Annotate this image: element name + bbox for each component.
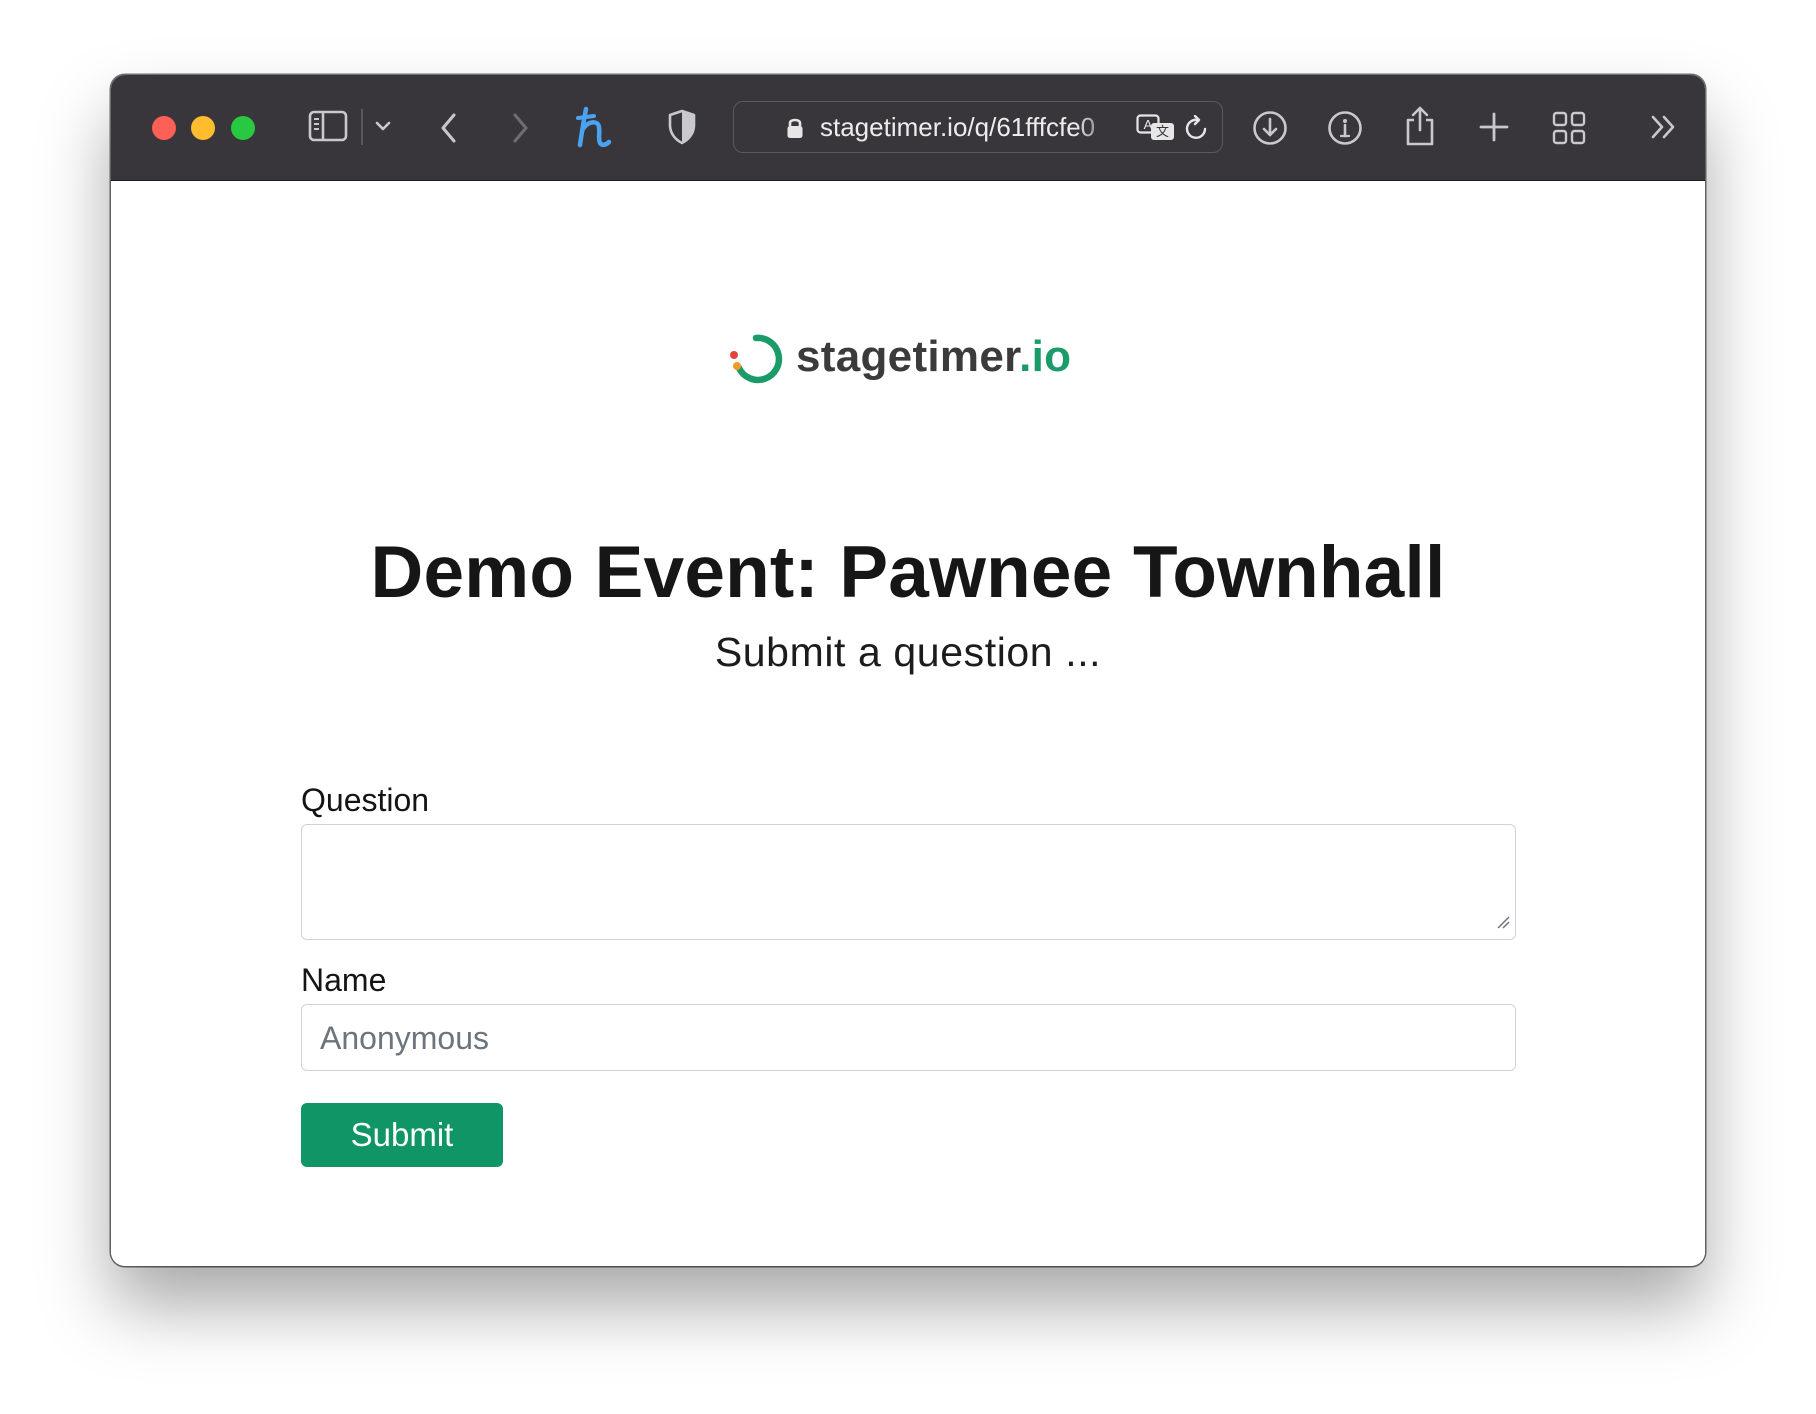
- logo-wordmark: stagetimer.io: [796, 329, 1071, 385]
- question-label: Question: [301, 782, 430, 818]
- close-window-button[interactable]: [152, 116, 176, 140]
- back-icon[interactable]: [437, 110, 461, 146]
- name-label: Name: [301, 962, 387, 998]
- name-placeholder: Anonymous: [320, 1020, 489, 1056]
- sidebar-icon[interactable]: [308, 109, 348, 143]
- share-icon[interactable]: [1403, 105, 1437, 147]
- logo-tld: .io: [1019, 332, 1072, 381]
- zoom-window-button[interactable]: [231, 116, 255, 140]
- page-title: Demo Event: Pawnee Townhall: [370, 532, 1446, 613]
- translate-icon[interactable]: A 文: [1136, 114, 1176, 147]
- submit-button[interactable]: Submit: [301, 1103, 503, 1167]
- honey-extension-icon[interactable]: [574, 105, 614, 149]
- address-bar[interactable]: stagetimer.io/q/61fffcfe0 A 文: [733, 101, 1223, 153]
- name-input[interactable]: Anonymous: [301, 1004, 1516, 1071]
- logo-name: stagetimer: [796, 332, 1020, 381]
- stagetimer-logo[interactable]: stagetimer.io: [729, 329, 1129, 389]
- stagetimer-logo-icon: [729, 331, 785, 392]
- info-icon[interactable]: [1327, 110, 1363, 146]
- forward-icon[interactable]: [508, 110, 532, 146]
- tab-overview-icon[interactable]: [1552, 111, 1586, 145]
- url-text[interactable]: stagetimer.io/q/61fffcfe0: [820, 112, 1120, 142]
- toolbar-divider: [361, 109, 363, 145]
- resize-grip-icon[interactable]: [1496, 915, 1510, 934]
- lock-icon: [786, 116, 804, 145]
- reload-icon[interactable]: [1184, 114, 1210, 148]
- browser-toolbar: stagetimer.io/q/61fffcfe0 A 文: [111, 75, 1705, 181]
- new-tab-icon[interactable]: [1478, 111, 1510, 143]
- minimize-window-button[interactable]: [191, 116, 215, 140]
- more-icon[interactable]: [1649, 113, 1679, 141]
- shield-icon[interactable]: [667, 109, 697, 145]
- download-icon[interactable]: [1252, 110, 1288, 146]
- browser-window: stagetimer.io/q/61fffcfe0 A 文 stagetimer…: [111, 75, 1705, 1266]
- chevron-down-icon[interactable]: [374, 119, 392, 133]
- page-content: stagetimer.io Demo Event: Pawnee Townhal…: [111, 181, 1705, 1266]
- page-subtitle: Submit a question ...: [714, 629, 1102, 675]
- svg-text:文: 文: [1156, 125, 1169, 140]
- question-textarea[interactable]: [301, 824, 1516, 940]
